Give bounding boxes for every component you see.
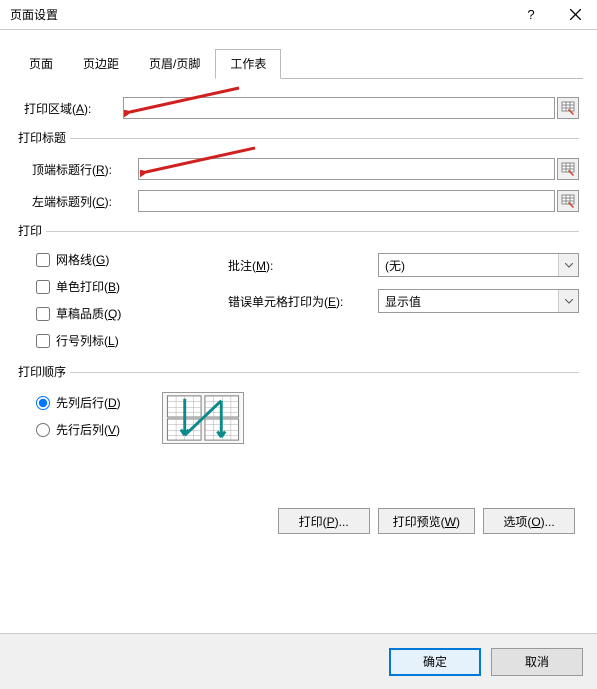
errors-value: 显示值	[379, 293, 558, 310]
dialog-title: 页面设置	[10, 6, 509, 23]
down-then-over-radio[interactable]	[36, 396, 50, 410]
top-rows-input[interactable]	[138, 158, 555, 180]
help-button[interactable]: ?	[509, 0, 553, 30]
rowcol-headings-checkbox-row[interactable]: 行号列标(L)	[18, 332, 228, 349]
comments-value: (无)	[379, 257, 558, 274]
order-section-label: 打印顺序	[18, 363, 70, 380]
tab-page[interactable]: 页面	[14, 49, 68, 79]
left-cols-input[interactable]	[138, 190, 555, 212]
over-then-down-radio-row[interactable]: 先行后列(V)	[18, 421, 148, 438]
gridlines-checkbox[interactable]	[36, 253, 50, 267]
titlebar: 页面设置 ?	[0, 0, 597, 30]
print-preview-button[interactable]: 打印预览(W)	[378, 508, 475, 534]
monochrome-label: 单色打印(B)	[56, 278, 120, 295]
draft-checkbox[interactable]	[36, 307, 50, 321]
left-cols-label: 左端标题列(C):	[18, 193, 138, 210]
errors-combo[interactable]: 显示值	[378, 289, 579, 313]
gridlines-checkbox-row[interactable]: 网格线(G)	[18, 251, 228, 268]
close-icon	[570, 9, 581, 20]
top-rows-range-button[interactable]	[557, 158, 579, 180]
print-button[interactable]: 打印(P)...	[278, 508, 370, 534]
tab-margins[interactable]: 页边距	[68, 49, 134, 79]
print-area-label: 打印区域(A):	[18, 100, 123, 117]
tab-sheet[interactable]: 工作表	[215, 49, 281, 79]
range-selector-icon	[561, 162, 575, 176]
chevron-down-icon	[558, 254, 578, 276]
chevron-down-icon	[558, 290, 578, 312]
print-section-label: 打印	[18, 222, 46, 239]
draft-checkbox-row[interactable]: 草稿品质(Q)	[18, 305, 228, 322]
dialog-footer: 确定 取消	[0, 633, 597, 689]
draft-label: 草稿品质(Q)	[56, 305, 121, 322]
monochrome-checkbox-row[interactable]: 单色打印(B)	[18, 278, 228, 295]
cancel-button[interactable]: 取消	[491, 648, 583, 676]
print-titles-label: 打印标题	[18, 129, 70, 146]
left-cols-range-button[interactable]	[557, 190, 579, 212]
print-area-range-button[interactable]	[557, 97, 579, 119]
top-rows-label: 顶端标题行(R):	[18, 161, 138, 178]
comments-combo[interactable]: (无)	[378, 253, 579, 277]
print-area-input[interactable]	[123, 97, 555, 119]
rowcol-headings-checkbox[interactable]	[36, 334, 50, 348]
print-order-diagram	[162, 392, 244, 444]
monochrome-checkbox[interactable]	[36, 280, 50, 294]
divider	[46, 231, 579, 232]
down-then-over-radio-row[interactable]: 先列后行(D)	[18, 394, 148, 411]
errors-label: 错误单元格打印为(E):	[228, 293, 378, 310]
range-selector-icon	[561, 194, 575, 208]
rowcol-headings-label: 行号列标(L)	[56, 332, 119, 349]
options-button[interactable]: 选项(O)...	[483, 508, 575, 534]
divider	[70, 138, 579, 139]
gridlines-label: 网格线(G)	[56, 251, 109, 268]
over-then-down-radio[interactable]	[36, 423, 50, 437]
comments-label: 批注(M):	[228, 257, 378, 274]
divider	[70, 372, 579, 373]
ok-button[interactable]: 确定	[389, 648, 481, 676]
close-button[interactable]	[553, 0, 597, 30]
range-selector-icon	[561, 101, 575, 115]
over-then-down-label: 先行后列(V)	[56, 421, 120, 438]
tab-headerfooter[interactable]: 页眉/页脚	[134, 49, 215, 79]
tab-bar: 页面 页边距 页眉/页脚 工作表	[14, 48, 583, 79]
down-then-over-label: 先列后行(D)	[56, 394, 121, 411]
